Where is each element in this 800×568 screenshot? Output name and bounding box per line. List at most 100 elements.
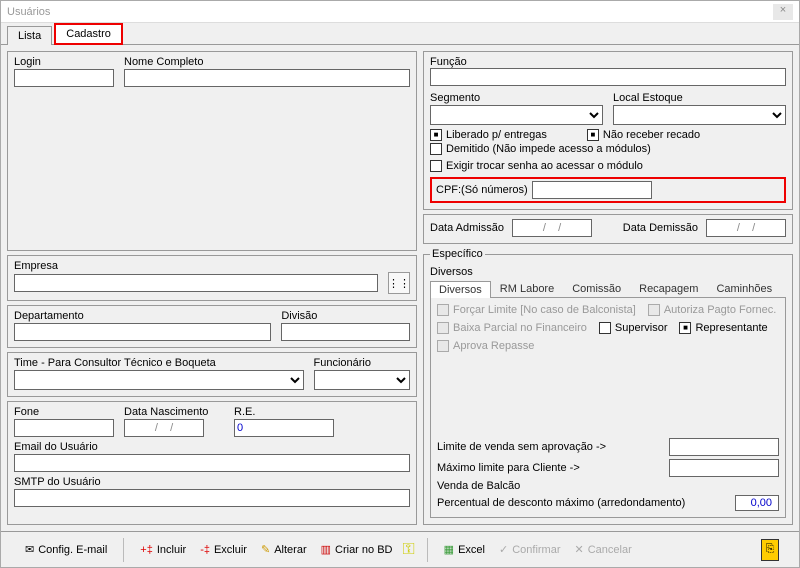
time-select[interactable] [14,370,304,390]
subtab-rmlabore[interactable]: RM Labore [491,280,563,297]
group-empresa: Empresa ⋮⋮ [7,255,417,301]
incluir-button[interactable]: +‡ Incluir [136,542,190,558]
cpf-row-highlight: CPF:(Só números) [430,177,786,203]
check-icon: ✓ [499,543,508,556]
label-time: Time - Para Consultor Técnico e Boqueta [14,357,304,369]
checkbox-icon [648,304,660,316]
checkbox-liberado-entregas[interactable]: Liberado p/ entregas [430,129,547,141]
titlebar: Usuários × [1,1,799,23]
criar-bd-button[interactable]: ▥ Criar no BD [317,541,397,558]
localestoque-select[interactable] [613,105,786,125]
confirmar-button[interactable]: ✓ Confirmar [495,541,565,558]
percentual-value[interactable]: 0,00 [735,495,779,511]
label-re: R.E. [234,406,334,418]
subtab-diversos[interactable]: Diversos [430,281,491,298]
cpf-input[interactable] [532,181,652,199]
smtp-input[interactable] [14,489,410,507]
departamento-input[interactable] [14,323,271,341]
label-segmento: Segmento [430,92,603,104]
checkbox-icon [437,304,449,316]
checkbox-nao-receber-recado[interactable]: Não receber recado [587,129,700,141]
label-funcao: Função [430,56,786,68]
label-email: Email do Usuário [14,441,410,453]
subtab-comissao[interactable]: Comissão [563,280,630,297]
segmento-select[interactable] [430,105,603,125]
group-especifico: Específico Diversos Diversos RM Labore C… [423,248,793,525]
dataadmissao-input[interactable] [512,219,592,237]
empresa-lookup-button[interactable]: ⋮⋮ [388,272,410,294]
email-input[interactable] [14,454,410,472]
checkbox-icon [430,129,442,141]
window-title: Usuários [7,6,50,18]
label-departamento: Departamento [14,310,271,322]
label-maximo-limite: Máximo limite para Cliente -> [437,462,580,474]
right-panel: Função Segmento Local Estoque Liberado p… [423,51,793,525]
nome-input[interactable] [124,69,410,87]
label-especifico: Específico [430,248,485,260]
fone-input[interactable] [14,419,114,437]
group-funcao: Função Segmento Local Estoque Liberado p… [423,51,793,210]
label-dataadmissao: Data Admissão [430,222,504,234]
checkbox-forcar-limite[interactable]: Forçar Limite [No caso de Balconista] [437,304,636,316]
label-venda-balcao: Venda de Balcão [437,480,779,492]
checkbox-icon [437,322,449,334]
excluir-button[interactable]: -‡ Excluir [196,542,251,558]
plus-icon: +‡ [140,544,153,556]
label-empresa: Empresa [14,260,410,272]
label-datademissao: Data Demissão [623,222,698,234]
grid-icon: ⋮⋮ [388,277,410,290]
label-nome: Nome Completo [124,56,410,68]
group-contact: Fone Data Nascimento R.E. Email do Usuár… [7,401,417,525]
empresa-input[interactable] [14,274,378,292]
re-input[interactable] [234,419,334,437]
group-datas: Data Admissão Data Demissão [423,214,793,244]
checkbox-aprova-repasse[interactable]: Aprova Repasse [437,340,534,352]
main-tabs: Lista Cadastro [1,23,799,45]
group-identity: Login Nome Completo [7,51,417,251]
excel-button[interactable]: ▦ Excel [440,541,489,558]
limite-venda-input[interactable] [669,438,779,456]
label-localestoque: Local Estoque [613,92,786,104]
subtab-caminhoes[interactable]: Caminhões [707,280,781,297]
diversos-content: Forçar Limite [No caso de Balconista] Au… [430,297,786,518]
checkbox-baixa-parcial[interactable]: Baixa Parcial no Financeiro [437,322,587,334]
email-icon: ✉ [25,543,34,556]
edit-icon: ✎ [261,543,270,556]
close-icon[interactable]: × [773,4,793,20]
divisao-input[interactable] [281,323,410,341]
minus-icon: -‡ [200,544,210,556]
checkbox-demitido[interactable]: Demitido (Não impede acesso a módulos) [430,143,651,155]
checkbox-representante[interactable]: Representante [679,322,767,334]
toolbar: ✉ Config. E-mail +‡ Incluir -‡ Excluir ✎… [1,531,799,567]
label-smtp: SMTP do Usuário [14,476,410,488]
maximo-limite-input[interactable] [669,459,779,477]
key-icon[interactable]: ⚿ [402,541,414,559]
subtab-recapagem[interactable]: Recapagem [630,280,707,297]
window: Usuários × Lista Cadastro Login Nome Com… [0,0,800,568]
checkbox-icon [437,340,449,352]
exit-button[interactable]: ⎘ [761,539,779,561]
funcao-input[interactable] [430,68,786,86]
checkbox-supervisor[interactable]: Supervisor [599,322,668,334]
cancelar-button[interactable]: ✕ Cancelar [571,541,636,558]
alterar-button[interactable]: ✎ Alterar [257,541,311,558]
database-icon: ▥ [321,543,331,556]
group-departamento: Departamento Divisão [7,305,417,348]
datademissao-input[interactable] [706,219,786,237]
label-datanasc: Data Nascimento [124,406,224,418]
checkbox-icon [679,322,691,334]
label-limite-venda: Limite de venda sem aprovação -> [437,441,606,453]
login-input[interactable] [14,69,114,87]
config-email-button[interactable]: ✉ Config. E-mail [21,541,111,558]
tab-cadastro[interactable]: Cadastro [54,23,123,45]
door-icon: ⎘ [766,543,775,556]
label-percentual: Percentual de desconto máximo (arredonda… [437,497,685,509]
checkbox-autoriza-pagto[interactable]: Autoriza Pagto Fornec. [648,304,777,316]
tab-lista[interactable]: Lista [7,26,52,45]
label-funcionario: Funcionário [314,357,411,369]
checkbox-exigir-trocar-senha[interactable]: Exigir trocar senha ao acessar o módulo [430,160,643,172]
funcionario-select[interactable] [314,370,411,390]
datanasc-input[interactable] [124,419,204,437]
workspace: Login Nome Completo Empresa ⋮⋮ [1,45,799,531]
checkbox-icon [430,160,442,172]
